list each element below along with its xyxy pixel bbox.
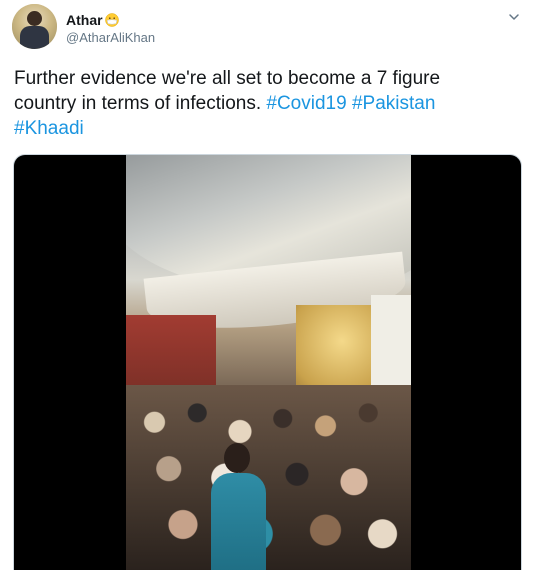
- video-player[interactable]: [13, 154, 522, 570]
- display-name-row: Athar: [66, 10, 155, 29]
- author-info: Athar @AtharAliKhan: [66, 10, 155, 46]
- tweet-text-line1: Further evidence we're all set to become…: [14, 68, 441, 89]
- author-handle[interactable]: @AtharAliKhan: [66, 30, 155, 45]
- tweet-text-line2: country in terms of infections.: [14, 93, 267, 114]
- author-display-name[interactable]: Athar: [66, 12, 103, 28]
- chevron-down-icon[interactable]: [507, 10, 521, 24]
- hashtag-khaadi[interactable]: #Khaadi: [14, 118, 84, 139]
- hashtag-pakistan[interactable]: #Pakistan: [352, 93, 435, 114]
- hashtag-covid19[interactable]: #Covid19: [266, 93, 346, 114]
- tweet-card: Athar @AtharAliKhan Further evidence we'…: [0, 0, 537, 570]
- video-thumbnail[interactable]: [126, 155, 411, 570]
- author-avatar[interactable]: [12, 4, 57, 49]
- tweet-text: Further evidence we're all set to become…: [14, 66, 524, 141]
- face-with-medical-mask-icon: [104, 12, 119, 27]
